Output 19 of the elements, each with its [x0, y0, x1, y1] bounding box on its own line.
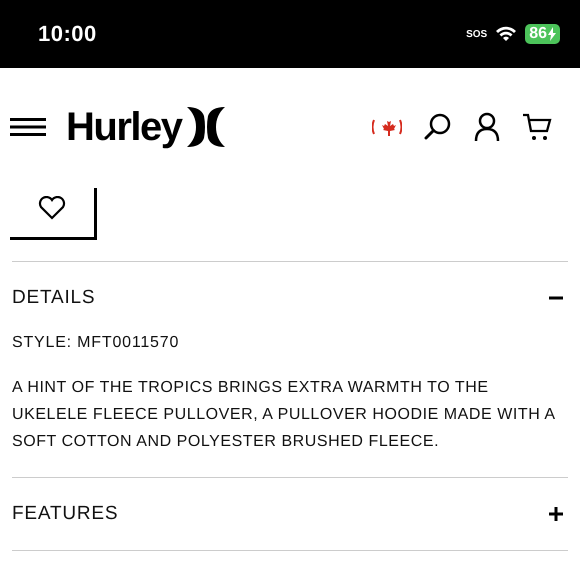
brand-logo[interactable]: Hurley — [66, 104, 182, 150]
cart-icon[interactable] — [522, 113, 552, 141]
product-description: A HINT OF THE TROPICS BRINGS EXTRA WARMTH TO THE UKELELE FLEECE PULLOVER, A PULLOVER HOODIE MADE WITH A SOFT COTTON AND POLYESTER BRUSHED FLEECE. — [12, 378, 556, 452]
style-code: STYLE: MFT0011570 — [12, 334, 180, 352]
carrier-label: SOS — [466, 28, 488, 40]
accordion-header[interactable]: FEATURES — [12, 478, 568, 550]
maple-leaf-icon[interactable] — [372, 117, 402, 137]
heart-icon — [38, 196, 66, 220]
clock: 10:00 — [38, 21, 97, 47]
menu-icon[interactable] — [10, 118, 46, 136]
section-title: DETAILS — [12, 287, 96, 309]
account-icon[interactable] — [474, 112, 500, 142]
plus-icon[interactable] — [548, 506, 564, 522]
wifi-icon — [495, 26, 518, 42]
battery-indicator: 86 — [525, 24, 560, 44]
search-icon[interactable] — [424, 113, 452, 141]
accordion-header[interactable]: DETAILS — [12, 262, 568, 334]
logo-mark-icon — [186, 107, 226, 147]
section-title: FEATURES — [12, 503, 118, 525]
